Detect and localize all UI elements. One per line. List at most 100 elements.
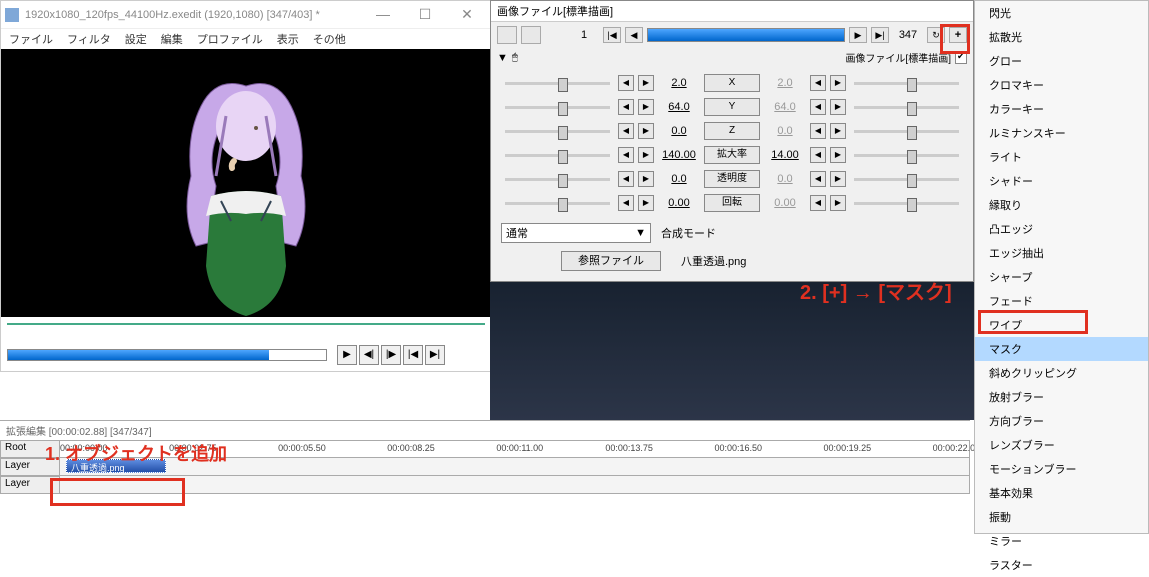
param-slider-right[interactable] (854, 82, 959, 85)
param-inc-left[interactable]: ▶ (638, 195, 654, 211)
param-dec-left[interactable]: ◀ (618, 99, 634, 115)
skip-back-button[interactable]: |◀ (403, 345, 423, 365)
loop-button[interactable]: ↻ (927, 27, 945, 43)
menu-other[interactable]: その他 (313, 31, 346, 47)
param-slider-right[interactable] (854, 106, 959, 109)
timeline-layer-label[interactable]: Layer (0, 476, 60, 494)
blend-mode-select[interactable]: 通常 ▼ (501, 223, 651, 243)
effect-menu-item[interactable]: グロー (975, 49, 1148, 73)
effect-menu-item[interactable]: ワイプ (975, 313, 1148, 337)
param-value-right[interactable]: 0.0 (764, 125, 806, 137)
seek-progress[interactable] (7, 349, 327, 361)
effect-menu-item[interactable]: 閃光 (975, 1, 1148, 25)
param-dec-right[interactable]: ◀ (810, 171, 826, 187)
object-seekbar[interactable] (647, 28, 845, 42)
menu-file[interactable]: ファイル (9, 31, 53, 47)
reference-file-button[interactable]: 参照ファイル (561, 251, 661, 271)
effect-menu-item[interactable]: カラーキー (975, 97, 1148, 121)
timeline-track[interactable] (60, 476, 970, 494)
param-dec-left[interactable]: ◀ (618, 123, 634, 139)
effect-menu-item[interactable]: 基本効果 (975, 481, 1148, 505)
param-value-right[interactable]: 2.0 (764, 77, 806, 89)
timeline-root[interactable]: Root (0, 440, 60, 458)
param-inc-left[interactable]: ▶ (638, 75, 654, 91)
effect-menu-item[interactable]: 斜めクリッピング (975, 361, 1148, 385)
param-dec-left[interactable]: ◀ (618, 195, 634, 211)
timeline-clip[interactable]: 八重透過.png (66, 459, 166, 473)
tool-grid-icon[interactable] (521, 26, 541, 44)
effect-menu-item[interactable]: ライト (975, 145, 1148, 169)
param-dec-right[interactable]: ◀ (810, 99, 826, 115)
effect-menu-item[interactable]: 方向ブラー (975, 409, 1148, 433)
seek-next-button[interactable]: ▶ (849, 27, 867, 43)
skip-fwd-button[interactable]: ▶| (425, 345, 445, 365)
param-slider-right[interactable] (854, 154, 959, 157)
effect-menu-item[interactable]: フェード (975, 289, 1148, 313)
effect-menu-item[interactable]: 凸エッジ (975, 217, 1148, 241)
param-value-left[interactable]: 0.0 (658, 125, 700, 137)
menu-settings[interactable]: 設定 (125, 31, 147, 47)
param-name-button[interactable]: 回転 (704, 194, 760, 212)
add-effect-button[interactable]: + (949, 27, 967, 43)
minimize-button[interactable]: — (363, 5, 403, 25)
param-inc-left[interactable]: ▶ (638, 99, 654, 115)
seek-end-button[interactable]: ▶| (871, 27, 889, 43)
param-slider-right[interactable] (854, 202, 959, 205)
param-value-right[interactable]: 14.00 (764, 149, 806, 161)
effect-menu-item[interactable]: 放射ブラー (975, 385, 1148, 409)
param-slider-left[interactable] (505, 130, 610, 133)
effect-menu-item[interactable]: レンズブラー (975, 433, 1148, 457)
param-dec-left[interactable]: ◀ (618, 75, 634, 91)
step-fwd-button[interactable]: |▶ (381, 345, 401, 365)
param-name-button[interactable]: X (704, 74, 760, 92)
param-name-button[interactable]: 透明度 (704, 170, 760, 188)
play-button[interactable]: ▶ (337, 345, 357, 365)
menu-filter[interactable]: フィルタ (67, 31, 111, 47)
param-value-right[interactable]: 0.0 (764, 173, 806, 185)
param-slider-left[interactable] (505, 106, 610, 109)
param-dec-left[interactable]: ◀ (618, 171, 634, 187)
effect-menu-item[interactable]: シャープ (975, 265, 1148, 289)
param-value-right[interactable]: 0.00 (764, 197, 806, 209)
param-inc-right[interactable]: ▶ (830, 99, 846, 115)
timeline-layer-label[interactable]: Layer (0, 458, 60, 476)
menu-profile[interactable]: プロファイル (197, 31, 263, 47)
param-inc-left[interactable]: ▶ (638, 147, 654, 163)
param-name-button[interactable]: Y (704, 98, 760, 116)
param-value-right[interactable]: 64.0 (764, 101, 806, 113)
effect-menu-item[interactable]: 縁取り (975, 193, 1148, 217)
tool-scissors-icon[interactable] (497, 26, 517, 44)
effect-menu-item[interactable]: ラスター (975, 553, 1148, 577)
menu-edit[interactable]: 編集 (161, 31, 183, 47)
param-value-left[interactable]: 64.0 (658, 101, 700, 113)
param-name-button[interactable]: Z (704, 122, 760, 140)
param-dec-right[interactable]: ◀ (810, 75, 826, 91)
effect-menu-item[interactable]: モーションブラー (975, 457, 1148, 481)
effect-menu-item[interactable]: クロマキー (975, 73, 1148, 97)
param-inc-right[interactable]: ▶ (830, 171, 846, 187)
param-slider-left[interactable] (505, 82, 610, 85)
param-slider-left[interactable] (505, 178, 610, 181)
object-enable-checkbox[interactable] (955, 52, 967, 64)
param-slider-right[interactable] (854, 178, 959, 181)
param-inc-right[interactable]: ▶ (830, 75, 846, 91)
param-inc-left[interactable]: ▶ (638, 171, 654, 187)
seek-start-button[interactable]: |◀ (603, 27, 621, 43)
param-inc-right[interactable]: ▶ (830, 147, 846, 163)
effect-menu-item[interactable]: マスク (975, 337, 1148, 361)
timeline-track[interactable]: 八重透過.png (60, 458, 970, 476)
param-slider-left[interactable] (505, 202, 610, 205)
effect-menu-item[interactable]: 振動 (975, 505, 1148, 529)
param-name-button[interactable]: 拡大率 (704, 146, 760, 164)
param-dec-right[interactable]: ◀ (810, 147, 826, 163)
seek-prev-button[interactable]: ◀ (625, 27, 643, 43)
effect-menu-item[interactable]: 拡散光 (975, 25, 1148, 49)
menu-view[interactable]: 表示 (277, 31, 299, 47)
param-value-left[interactable]: 0.0 (658, 173, 700, 185)
param-value-left[interactable]: 140.00 (658, 149, 700, 161)
effect-menu-item[interactable]: エッジ抽出 (975, 241, 1148, 265)
timeline-ruler[interactable]: 00:00:00.00 00:00:02.75 00:00:05.50 00:0… (60, 440, 970, 458)
param-inc-right[interactable]: ▶ (830, 195, 846, 211)
param-dec-left[interactable]: ◀ (618, 147, 634, 163)
param-inc-left[interactable]: ▶ (638, 123, 654, 139)
